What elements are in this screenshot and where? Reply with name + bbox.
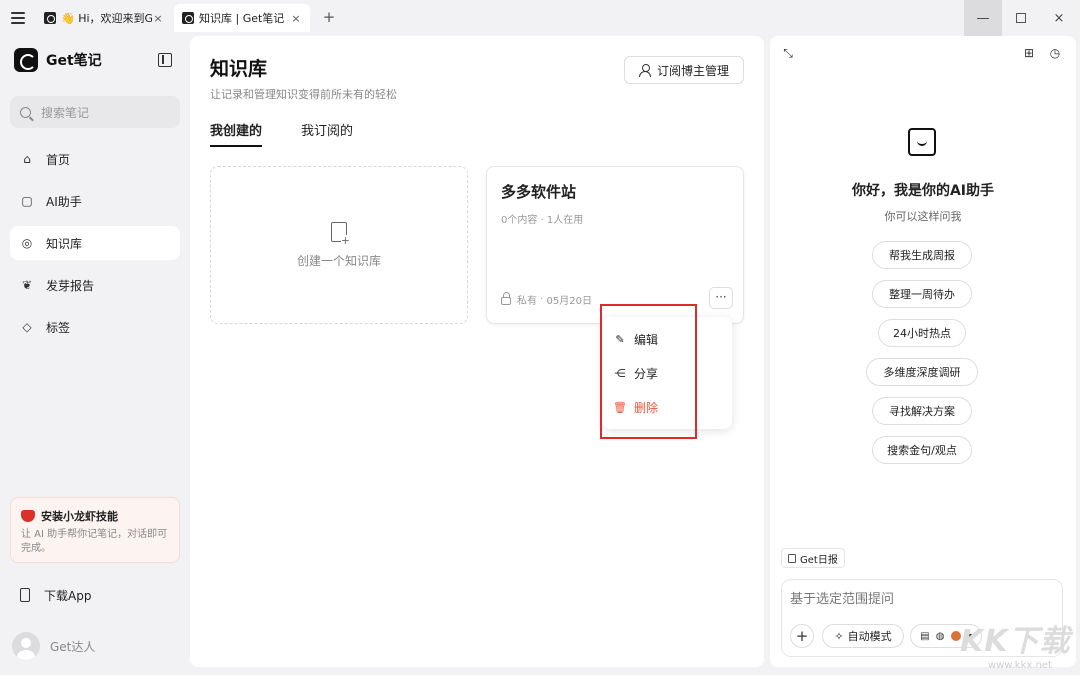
promo-title-row: 安装小龙虾技能 [21, 508, 169, 524]
maximize-icon [1016, 13, 1026, 23]
brand-logo[interactable]: Get笔记 [14, 48, 102, 72]
brand-name: Get笔记 [46, 53, 102, 69]
suggestion-hot-topics[interactable]: 24小时热点 [878, 319, 966, 347]
annotation-highlight-box [600, 304, 697, 439]
knowledge-base-icon: ◎ [21, 236, 33, 250]
search-input[interactable]: 搜索笔记 [10, 96, 180, 128]
kb-card-date: 05月20日 [546, 296, 592, 307]
history-icon[interactable]: ◷ [1048, 46, 1062, 60]
collapse-panel-icon[interactable]: ⤡ [781, 46, 795, 60]
tab-close-icon[interactable]: × [290, 12, 302, 25]
suggestion-search-quotes[interactable]: 搜索金句/观点 [872, 436, 972, 464]
subscribe-manage-label: 订阅博主管理 [656, 63, 729, 78]
sidebar-item-home[interactable]: ⌂ 首页 [10, 142, 180, 176]
tab-created-by-me[interactable]: 我创建的 [210, 120, 263, 147]
page-subtitle: 让记录和管理知识变得前所未有的轻松 [210, 88, 397, 101]
main-panel: 知识库 让记录和管理知识变得前所未有的轻松 订阅博主管理 我创建的 我订阅的 创… [190, 36, 764, 667]
page-title: 知识库 [210, 58, 268, 80]
daily-doc-icon [788, 553, 796, 563]
tab-label: 👋 Hi，欢迎来到Get笔记 [61, 12, 152, 25]
globe-icon: ◍ [935, 630, 945, 642]
maximize-button[interactable] [1002, 0, 1040, 36]
add-attachment-button[interactable]: + [790, 624, 814, 648]
suggestion-weekly-report[interactable]: 帮我生成周报 [872, 241, 972, 269]
knowledge-base-card[interactable]: 多多软件站 0个内容 · 1人在用 私有 · 05月20日 ··· [486, 166, 744, 324]
sparkle-icon: ✧ [834, 629, 844, 643]
title-bar: 👋 Hi，欢迎来到Get笔记 × 知识库 | Get笔记 × + — × [0, 0, 1080, 36]
ai-greeting: 你好，我是你的AI助手 [851, 183, 995, 199]
subscribe-manage-button[interactable]: 订阅博主管理 [624, 56, 744, 84]
phone-icon [20, 588, 30, 602]
sidebar-item-label: 标签 [46, 320, 71, 335]
tab-subscribed[interactable]: 我订阅的 [301, 120, 353, 139]
minimize-button[interactable]: — [964, 0, 1002, 36]
get-daily-label: Get日报 [800, 554, 838, 566]
watermark-url: www.kkx.net [988, 660, 1052, 671]
ai-subtitle: 你可以这样问我 [884, 210, 962, 223]
suggestion-deep-research[interactable]: 多维度深度调研 [866, 358, 978, 386]
sidebar: Get笔记 搜索笔记 ⌂ 首页 ▢ AI助手 ◎ 知识库 ❦ 发芽报告 ◇ 标签… [0, 36, 190, 675]
tab-close-icon[interactable]: × [152, 12, 164, 25]
suggestion-find-solution[interactable]: 寻找解决方案 [872, 397, 972, 425]
sidebar-item-label: AI助手 [46, 194, 82, 209]
tab-label: 知识库 | Get笔记 [199, 12, 285, 25]
collapse-sidebar-icon[interactable] [158, 53, 172, 67]
lock-icon [501, 292, 511, 305]
get-daily-button[interactable]: Get日报 [781, 548, 845, 568]
new-tab-button[interactable]: + [320, 8, 338, 26]
kb-card-privacy: 私有 [517, 296, 537, 307]
sidebar-item-ai-assistant[interactable]: ▢ AI助手 [10, 184, 180, 218]
sprout-icon: ❦ [21, 278, 33, 292]
get-notes-logo-icon [14, 48, 38, 72]
watermark-logo: KK下载 [960, 624, 1071, 659]
person-settings-icon [638, 64, 651, 77]
search-icon [20, 106, 31, 118]
sidebar-item-label: 首页 [46, 152, 71, 167]
kb-card-title: 多多软件站 [501, 183, 577, 201]
promo-description: 让 AI 助手帮你记笔记，对话即可完成。 [21, 529, 168, 554]
skill-promo-card[interactable]: 安装小龙虾技能 让 AI 助手帮你记笔记，对话即可完成。 [10, 497, 180, 563]
auto-mode-label: 自动模式 [847, 630, 892, 643]
sidebar-item-tags[interactable]: ◇ 标签 [10, 310, 180, 344]
tab-welcome[interactable]: 👋 Hi，欢迎来到Get笔记 × [36, 4, 172, 32]
user-name: Get达人 [50, 639, 96, 654]
get-notes-favicon-icon [182, 12, 194, 24]
ai-assistant-panel: ⤡ ⊞ ◷ 你好，我是你的AI助手 你可以这样问我 帮我生成周报 整理一周待办 … [770, 36, 1076, 667]
more-options-button[interactable]: ··· [709, 287, 733, 309]
home-icon: ⌂ [23, 152, 31, 166]
sidebar-item-sprout-report[interactable]: ❦ 发芽报告 [10, 268, 180, 302]
tag-icon: ◇ [22, 320, 32, 334]
download-app-link[interactable]: 下载App [10, 582, 180, 608]
kb-card-footer: 私有 · 05月20日 [501, 292, 592, 307]
user-profile[interactable]: Get达人 [12, 632, 95, 660]
sidebar-item-label: 发芽报告 [46, 278, 95, 293]
kb-card-meta: 0个内容 · 1人在用 [501, 215, 584, 226]
gem-icon [21, 510, 35, 522]
get-notes-favicon-icon [44, 12, 56, 24]
prompt-input[interactable] [790, 590, 1050, 608]
avatar [12, 632, 40, 660]
sidebar-item-label: 知识库 [46, 236, 83, 251]
close-window-button[interactable]: × [1040, 0, 1078, 36]
auto-mode-button[interactable]: ✧ 自动模式 [822, 624, 904, 648]
menu-icon[interactable] [8, 8, 28, 28]
tab-knowledge-base[interactable]: 知识库 | Get笔记 × [174, 4, 310, 32]
ai-assistant-logo-icon [908, 128, 936, 156]
promo-title: 安装小龙虾技能 [41, 510, 118, 523]
ai-assistant-icon: ▢ [21, 194, 33, 208]
document-icon: ▤ [920, 630, 930, 642]
create-knowledge-base-card[interactable]: 创建一个知识库 [210, 166, 468, 324]
sidebar-item-knowledge-base[interactable]: ◎ 知识库 [10, 226, 180, 260]
file-plus-icon [331, 221, 350, 247]
suggestion-weekly-todos[interactable]: 整理一周待办 [872, 280, 972, 308]
new-chat-icon[interactable]: ⊞ [1022, 46, 1036, 60]
search-placeholder: 搜索笔记 [41, 105, 90, 120]
download-label: 下载App [44, 588, 92, 603]
kb-card-separator: · [537, 294, 547, 305]
create-card-label: 创建一个知识库 [296, 253, 381, 268]
